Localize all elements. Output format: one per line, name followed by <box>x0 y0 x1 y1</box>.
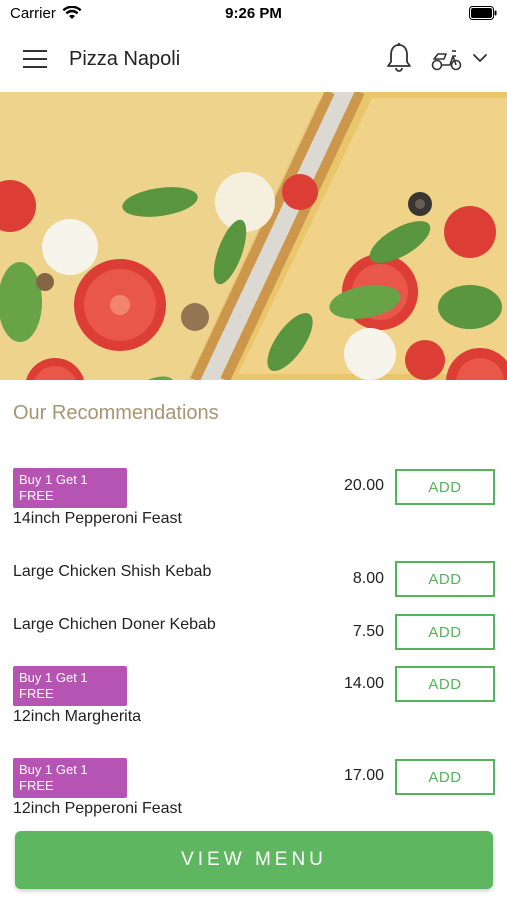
hamburger-icon[interactable] <box>22 48 48 70</box>
hero-image <box>0 92 507 380</box>
item-name: 12inch Margherita <box>13 708 142 725</box>
section-title: Our Recommendations <box>13 402 219 424</box>
bell-icon[interactable] <box>384 42 414 74</box>
item-price: 17.00 <box>343 767 384 784</box>
item-name: Large Chicken Shish Kebab <box>13 563 212 580</box>
promo-badge: Buy 1 Get 1 FREE <box>13 758 127 798</box>
add-button[interactable]: ADD <box>395 666 495 702</box>
item-name: 14inch Pepperoni Feast <box>13 510 182 527</box>
item-price: 7.50 <box>352 623 384 640</box>
pizza-photo <box>0 92 507 380</box>
menu-item: Large Chicken Shish Kebab 8.00 ADD <box>0 560 507 600</box>
view-menu-button[interactable]: VIEW MENU <box>15 831 493 889</box>
add-button[interactable]: ADD <box>395 469 495 505</box>
menu-item: Buy 1 Get 1 FREE 14inch Pepperoni Feast … <box>0 467 507 535</box>
add-button[interactable]: ADD <box>395 561 495 597</box>
promo-badge: Buy 1 Get 1 FREE <box>13 468 127 508</box>
item-price: 8.00 <box>352 570 384 587</box>
item-price: 14.00 <box>343 675 384 692</box>
item-price: 20.00 <box>343 477 384 494</box>
promo-badge: Buy 1 Get 1 FREE <box>13 666 127 706</box>
add-button[interactable]: ADD <box>395 759 495 795</box>
battery-icon <box>469 6 497 20</box>
item-name: Large Chichen Doner Kebab <box>13 616 216 633</box>
nav-bar: Pizza Napoli <box>0 28 507 92</box>
status-bar: Carrier 9:26 PM <box>0 0 507 28</box>
scooter-icon[interactable] <box>430 46 464 72</box>
menu-item: Buy 1 Get 1 FREE 12inch Margherita 14.00… <box>0 665 507 733</box>
add-button[interactable]: ADD <box>395 614 495 650</box>
menu-item: Large Chichen Doner Kebab 7.50 ADD <box>0 613 507 653</box>
page-title: Pizza Napoli <box>69 48 181 70</box>
item-name: 12inch Pepperoni Feast <box>13 800 182 817</box>
status-time: 9:26 PM <box>225 5 282 22</box>
chevron-down-icon[interactable] <box>472 52 488 64</box>
menu-item: Buy 1 Get 1 FREE 12inch Pepperoni Feast … <box>0 758 507 826</box>
